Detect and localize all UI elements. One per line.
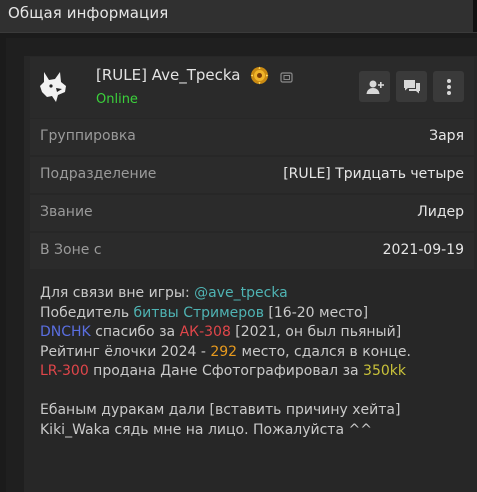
chat-icon <box>403 79 420 93</box>
bio-text: продана Дане Сфотографировал за <box>88 363 364 379</box>
bio-text: спасибо за <box>90 324 180 340</box>
bio-blank-line <box>40 382 470 402</box>
bio-line: LR-300 продана Дане Сфотографировал за 3… <box>40 362 470 382</box>
info-row-faction: Группировка Заря <box>30 119 474 155</box>
bio-text: место, сдался в конце. <box>237 343 411 360</box>
row-value: 2021-09-19 <box>382 242 464 258</box>
row-label: Звание <box>40 204 93 220</box>
more-options-button[interactable] <box>433 71 464 102</box>
bio-highlight: битвы Стримеров <box>133 304 264 321</box>
row-label: Подразделение <box>40 166 157 182</box>
bio-line: DNCHK спасибо за АК-308 [2021, он был пь… <box>40 323 470 343</box>
bio-text: [16-20 место] <box>263 304 369 321</box>
message-button[interactable] <box>396 71 427 102</box>
bio-text: Для связи вне игры: <box>40 285 195 301</box>
bio-line: Ебаным дуракам дали [вставить причину хе… <box>40 401 470 421</box>
wolf-icon <box>38 70 68 104</box>
section-header: Общая информация <box>0 0 477 33</box>
info-row-division: Подразделение [RULE] Тридцать четыре <box>30 157 474 193</box>
add-friend-icon <box>366 80 384 94</box>
bio-text: Ебаным дуракам дали [вставить причину хе… <box>40 402 401 418</box>
bio-line: Для связи вне игры: @ave_tpecka <box>40 284 470 304</box>
gold-emblem-icon[interactable] <box>250 66 269 85</box>
bio-line: Рейтинг ёлочки 2024 - 292 место, сдался … <box>40 343 470 363</box>
bio-highlight: 292 <box>210 343 238 360</box>
row-label: В Зоне с <box>40 242 102 258</box>
bio-text: [2021, он был пьяный] <box>230 324 402 340</box>
section-title: Общая информация <box>8 4 169 22</box>
row-value: Заря <box>429 128 464 144</box>
more-vertical-icon <box>446 78 451 95</box>
row-label: Группировка <box>40 128 136 144</box>
player-name: [RULE] Ave_Трecka <box>96 66 241 84</box>
info-row-zone-since: В Зоне с 2021-09-19 <box>30 233 474 269</box>
bio-highlight: LR-300 <box>40 363 89 379</box>
bio-text: Kiki_Waka сядь мне на лицо. Пожалуйста ^… <box>40 421 372 438</box>
bio-contact-link[interactable]: @ave_tpecka <box>194 285 288 301</box>
bio-text: Победитель <box>40 304 134 321</box>
header-edge <box>473 0 477 32</box>
bio-highlight: DNCHK <box>40 324 91 340</box>
bio-line: Победитель битвы Стримеров [16-20 место] <box>40 304 470 324</box>
info-row-rank: Звание Лидер <box>30 195 474 231</box>
row-value: Лидер <box>417 204 464 220</box>
copy-name-icon[interactable] <box>280 69 294 83</box>
player-bio: Для связи вне игры: @ave_tpecka Победите… <box>40 284 470 440</box>
bio-line: Kiki_Waka сядь мне на лицо. Пожалуйста ^… <box>40 421 470 441</box>
row-value: [RULE] Тридцать четыре <box>283 166 464 182</box>
bio-text: Рейтинг ёлочки 2024 - <box>40 343 211 360</box>
online-status: Online <box>96 92 138 107</box>
bio-highlight: 350kk <box>363 363 406 379</box>
bio-highlight: АК-308 <box>179 324 231 340</box>
add-friend-button[interactable] <box>359 71 390 102</box>
